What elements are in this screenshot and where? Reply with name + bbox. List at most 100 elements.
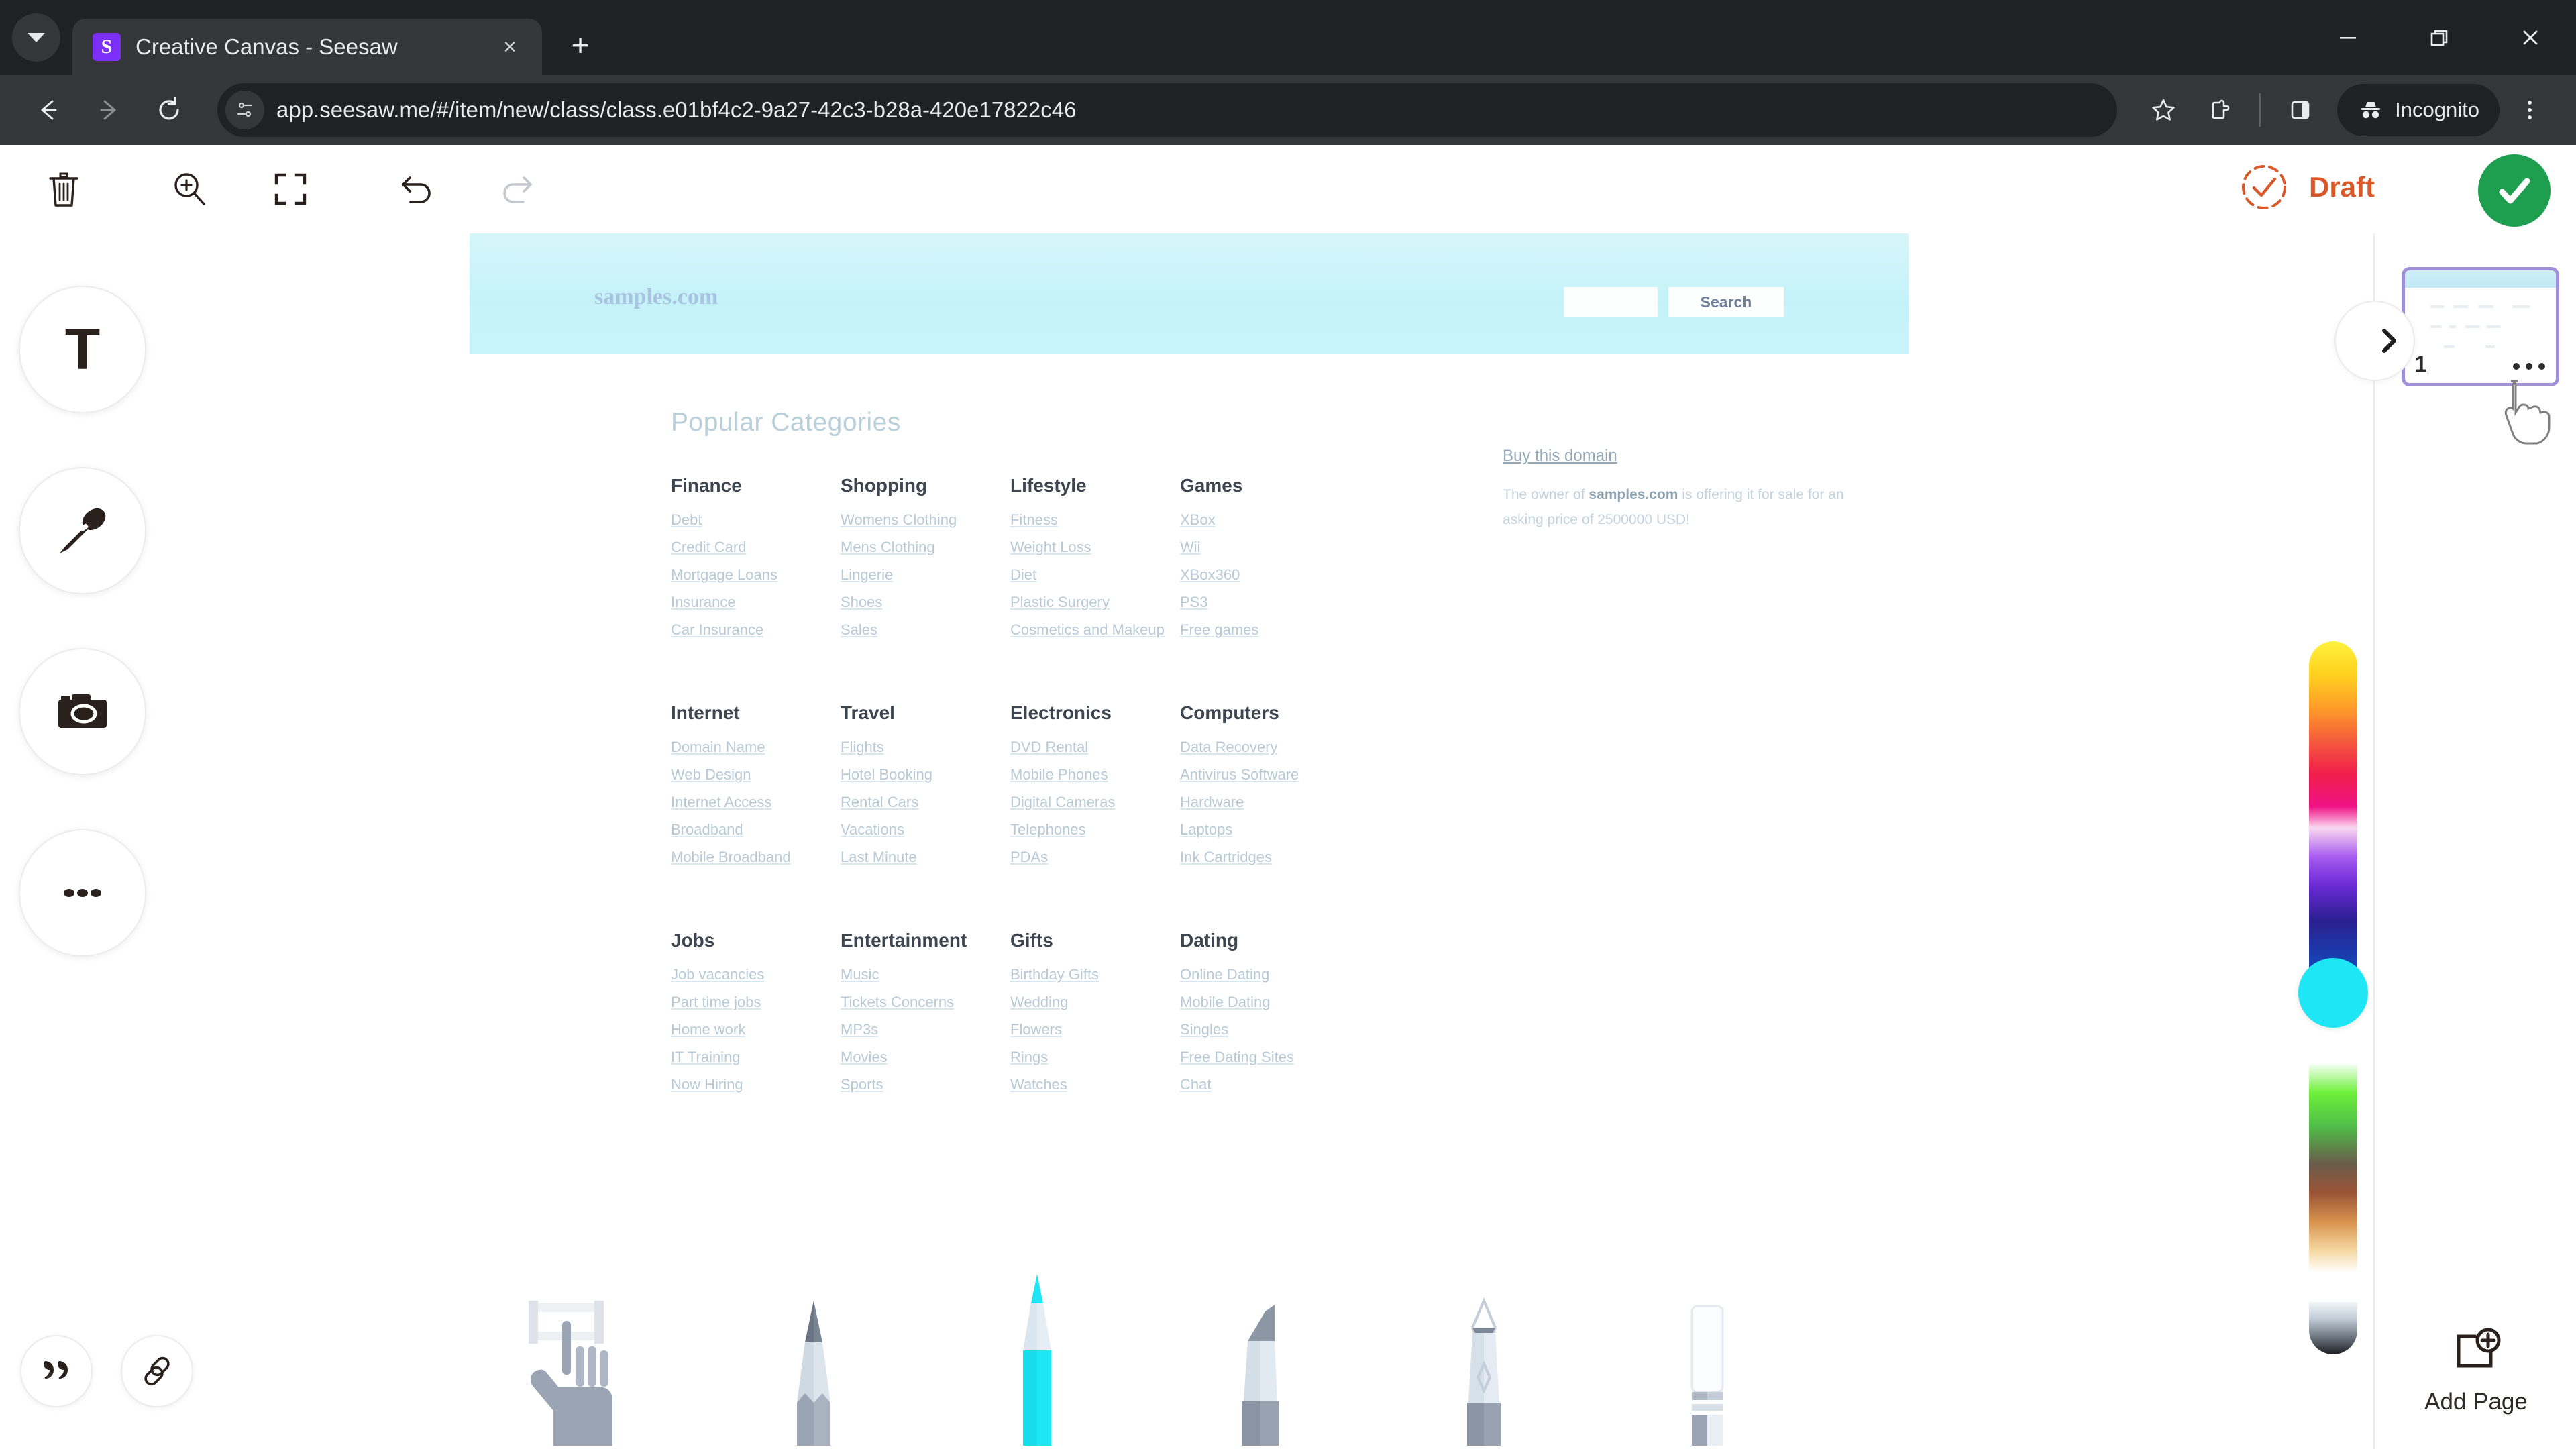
thumbnail-line bbox=[2512, 305, 2530, 308]
category-link: Free Dating Sites bbox=[1180, 1049, 1294, 1065]
extensions-icon[interactable] bbox=[2194, 84, 2246, 136]
category-title: Jobs bbox=[671, 930, 715, 951]
category-link: PDAs bbox=[1010, 849, 1049, 865]
chrome-menu-icon[interactable] bbox=[2504, 84, 2556, 136]
pencil-icon bbox=[797, 1301, 830, 1446]
tab-search-button[interactable] bbox=[12, 13, 60, 62]
incognito-label: Incognito bbox=[2395, 98, 2479, 121]
category-link: Weight Loss bbox=[1010, 539, 1091, 555]
color-gradient-grayscale[interactable] bbox=[2309, 1302, 2357, 1354]
category-link: Shoes bbox=[841, 594, 883, 610]
bookmark-star-icon[interactable] bbox=[2137, 84, 2190, 136]
category-group: Lifestyle Fitness Weight Loss Diet Plast… bbox=[1010, 475, 1180, 649]
color-picker[interactable] bbox=[2298, 641, 2368, 1359]
category-link: Wii bbox=[1180, 539, 1201, 555]
draft-label: Draft bbox=[2308, 171, 2375, 203]
browser-tab[interactable]: S Creative Canvas - Seesaw × bbox=[72, 19, 542, 75]
thumbnail-line bbox=[2485, 345, 2495, 348]
thumbnail-line bbox=[2465, 325, 2480, 328]
pencil-tool-button[interactable] bbox=[770, 1291, 857, 1449]
color-gradient-earth[interactable] bbox=[2309, 1064, 2357, 1272]
back-button[interactable] bbox=[20, 82, 76, 138]
category-group: Internet Domain Name Web Design Internet… bbox=[671, 702, 841, 876]
check-icon bbox=[2499, 178, 2530, 204]
redo-icon[interactable] bbox=[480, 152, 554, 226]
category-title: Entertainment bbox=[841, 930, 967, 951]
voice-tool-button[interactable] bbox=[19, 467, 146, 594]
close-window-button[interactable] bbox=[2485, 0, 2576, 75]
address-bar[interactable]: app.seesaw.me/#/item/new/class/class.e01… bbox=[217, 83, 2118, 137]
quote-icon bbox=[44, 1361, 68, 1379]
category-title: Dating bbox=[1180, 930, 1239, 951]
category-group: Finance Debt Credit Card Mortgage Loans … bbox=[671, 475, 841, 649]
category-link: Debt bbox=[671, 511, 702, 528]
minimize-button[interactable] bbox=[2302, 0, 2394, 75]
collapse-pages-panel-button[interactable] bbox=[2334, 301, 2415, 381]
submit-button[interactable] bbox=[2478, 154, 2551, 227]
seesaw-logo-icon: S bbox=[93, 33, 121, 61]
category-link: Mobile Broadband bbox=[671, 849, 791, 865]
category-title: Lifestyle bbox=[1010, 475, 1087, 496]
category-link: XBox bbox=[1180, 511, 1216, 528]
new-tab-button[interactable]: + bbox=[555, 20, 605, 70]
category-link: Rental Cars bbox=[841, 794, 919, 810]
category-group: Jobs Job vacancies Part time jobs Home w… bbox=[671, 930, 841, 1104]
category-link: XBox360 bbox=[1180, 566, 1240, 583]
pen-tool-button[interactable] bbox=[994, 1271, 1081, 1449]
color-gradient-warm[interactable] bbox=[2309, 641, 2357, 1000]
category-link: Data Recovery bbox=[1180, 739, 1278, 755]
category-link: Web Design bbox=[671, 766, 751, 783]
dot bbox=[2513, 363, 2520, 370]
text-tool-button[interactable]: T bbox=[19, 286, 146, 413]
category-link: PS3 bbox=[1180, 594, 1208, 610]
drawing-canvas[interactable]: samples.com Search Popular Categories Fi… bbox=[174, 233, 2375, 1449]
category-title: Gifts bbox=[1010, 930, 1053, 951]
page-menu-button[interactable] bbox=[2513, 363, 2545, 370]
reload-button[interactable] bbox=[141, 82, 197, 138]
page-thumbnail[interactable]: 1 bbox=[2402, 267, 2559, 386]
category-link: Job vacancies bbox=[671, 966, 765, 983]
browser-window: S Creative Canvas - Seesaw × + app.seesa… bbox=[0, 0, 2576, 1449]
document-logo: samples.com bbox=[594, 284, 718, 309]
incognito-indicator[interactable]: Incognito bbox=[2337, 84, 2500, 136]
chevron-right-icon bbox=[2382, 329, 2396, 353]
undo-icon[interactable] bbox=[380, 152, 453, 226]
fit-screen-icon[interactable] bbox=[254, 152, 327, 226]
zoom-in-icon[interactable] bbox=[153, 152, 227, 226]
eraser-icon bbox=[1690, 1305, 1724, 1446]
site-settings-icon[interactable] bbox=[225, 91, 264, 129]
thumbnail-line bbox=[2444, 345, 2455, 348]
buy-domain-text: The owner of samples.com is offering it … bbox=[1503, 483, 1851, 533]
category-link: Wedding bbox=[1010, 994, 1069, 1010]
document-search-button: Search bbox=[1668, 287, 1784, 317]
document-search-input bbox=[1564, 287, 1658, 317]
forward-button[interactable] bbox=[80, 82, 137, 138]
category-link: Flights bbox=[841, 739, 884, 755]
category-link: Last Minute bbox=[841, 849, 917, 865]
url-text: app.seesaw.me/#/item/new/class/class.e01… bbox=[276, 97, 1077, 122]
photo-tool-button[interactable] bbox=[19, 648, 146, 775]
toolbar-divider bbox=[2259, 93, 2261, 127]
add-page-button[interactable]: Add Page bbox=[2375, 1327, 2576, 1415]
delete-icon[interactable] bbox=[27, 152, 101, 226]
category-link: Sales bbox=[841, 621, 878, 638]
category-grid-row-3: Jobs Job vacancies Part time jobs Home w… bbox=[671, 930, 1350, 1104]
selected-color-swatch[interactable] bbox=[2298, 958, 2368, 1028]
draft-status[interactable]: Draft bbox=[2237, 160, 2375, 215]
eraser-tool-button[interactable] bbox=[1664, 1291, 1751, 1449]
category-link: Womens Clothing bbox=[841, 511, 957, 528]
caption-tool-button[interactable] bbox=[20, 1335, 93, 1407]
close-icon[interactable]: × bbox=[492, 30, 527, 64]
maximize-button[interactable] bbox=[2394, 0, 2485, 75]
side-panel-icon[interactable] bbox=[2274, 84, 2326, 136]
marker-tool-button[interactable] bbox=[1217, 1291, 1304, 1449]
category-link: MP3s bbox=[841, 1021, 879, 1038]
category-link: Fitness bbox=[1010, 511, 1058, 528]
category-link: Singles bbox=[1180, 1021, 1229, 1038]
category-link: Free games bbox=[1180, 621, 1259, 638]
calligraphy-tool-button[interactable] bbox=[1440, 1291, 1527, 1449]
hand-tool-button[interactable] bbox=[517, 1291, 634, 1449]
hand-icon bbox=[529, 1301, 612, 1446]
more-tools-button[interactable] bbox=[19, 829, 146, 957]
category-link: Cosmetics and Makeup bbox=[1010, 621, 1165, 638]
